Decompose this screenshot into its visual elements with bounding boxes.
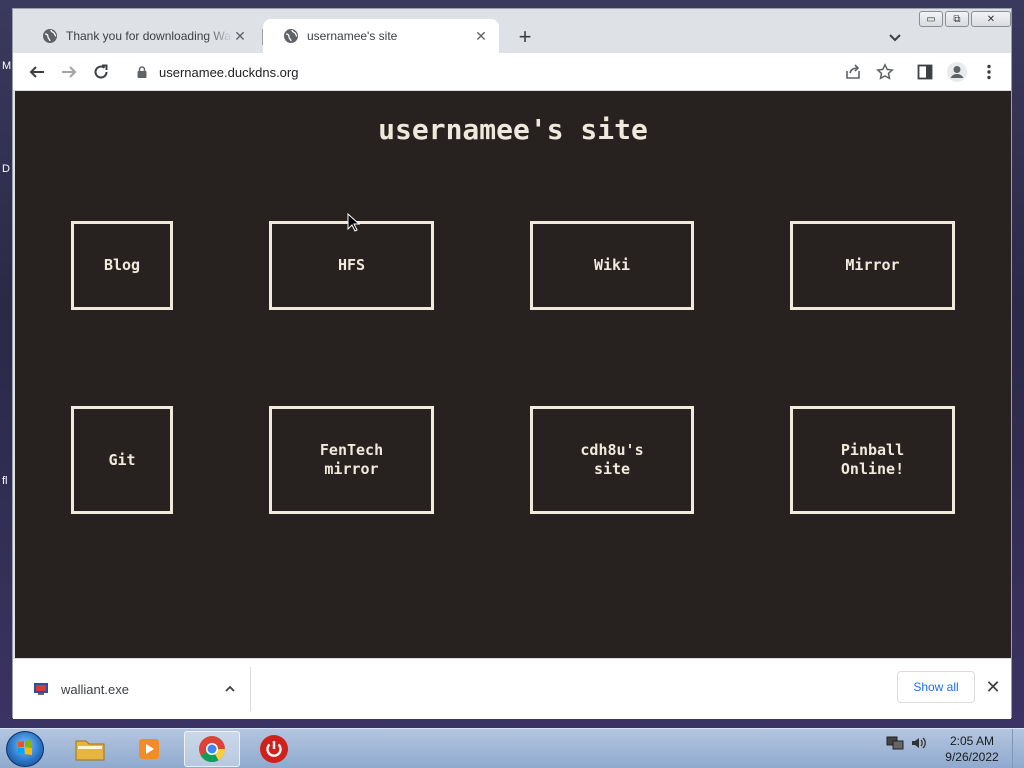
menu-button[interactable] <box>977 60 1001 84</box>
minimize-button[interactable]: ▭ <box>919 11 943 27</box>
tab-strip: Thank you for downloading Walliant ✕ use… <box>13 9 1011 53</box>
taskbar-media-player[interactable] <box>122 731 178 767</box>
address-bar[interactable]: usernamee.duckdns.org <box>125 58 905 86</box>
window-controls: ▭ ⧉ ✕ <box>917 11 1011 27</box>
link-pinball-online[interactable]: Pinball Online! <box>790 406 955 514</box>
chrome-icon <box>199 736 226 763</box>
browser-window: Thank you for downloading Walliant ✕ use… <box>12 8 1012 719</box>
link-blog[interactable]: Blog <box>71 221 173 310</box>
download-filename: walliant.exe <box>61 681 129 697</box>
reload-icon <box>94 64 108 79</box>
side-panel-button[interactable] <box>913 60 937 84</box>
maximize-button[interactable]: ⧉ <box>945 11 969 27</box>
tab-downloads[interactable]: Thank you for downloading Walliant ✕ <box>22 19 258 53</box>
globe-icon <box>284 29 298 43</box>
close-tab-icon[interactable]: ✕ <box>232 28 248 45</box>
link-wiki[interactable]: Wiki <box>530 221 694 310</box>
web-page: usernamee's site Blog HFS Wiki Mirror Gi… <box>15 91 1011 658</box>
link-mirror[interactable]: Mirror <box>790 221 955 310</box>
taskbar: 2:05 AM 9/26/2022 <box>0 728 1024 768</box>
download-item[interactable]: walliant.exe <box>33 677 129 701</box>
browser-toolbar: usernamee.duckdns.org <box>13 53 1011 91</box>
chevron-up-icon <box>225 685 235 692</box>
share-icon <box>846 64 860 79</box>
tab-search-chevron-icon[interactable] <box>883 25 907 49</box>
show-all-button[interactable]: Show all <box>897 671 975 703</box>
lock-icon[interactable] <box>135 65 149 79</box>
show-desktop-button[interactable] <box>1012 729 1024 768</box>
windows-logo-icon <box>18 740 32 755</box>
close-tab-icon[interactable]: ✕ <box>473 28 489 45</box>
file-explorer-icon <box>75 740 105 761</box>
taskbar-explorer[interactable] <box>62 731 118 767</box>
close-window-button[interactable]: ✕ <box>971 11 1011 27</box>
downloads-divider <box>250 667 251 711</box>
address-text: usernamee.duckdns.org <box>159 64 299 80</box>
reload-button[interactable] <box>89 60 113 84</box>
desktop-icon-label: D <box>2 163 10 175</box>
volume-icon[interactable] <box>910 735 928 751</box>
tab-title: usernamee's site <box>307 29 398 43</box>
start-button[interactable] <box>6 731 44 767</box>
exe-file-icon <box>34 683 48 695</box>
star-icon <box>876 63 894 80</box>
link-fentech-mirror[interactable]: FenTech mirror <box>269 406 434 514</box>
share-button[interactable] <box>841 60 865 84</box>
link-hfs[interactable]: HFS <box>269 221 434 310</box>
desktop-icon-label: M <box>2 60 12 72</box>
forward-arrow-icon <box>62 66 77 78</box>
link-cdh8u-site[interactable]: cdh8u's site <box>530 406 694 514</box>
download-options-button[interactable] <box>218 677 242 701</box>
kebab-menu-icon <box>987 64 991 80</box>
profile-button[interactable] <box>945 60 969 84</box>
clock-time: 2:05 AM <box>949 734 995 748</box>
desktop-icon-label: fl <box>2 475 8 487</box>
side-panel-icon <box>917 64 933 80</box>
taskbar-chrome[interactable] <box>184 731 240 767</box>
downloads-bar: walliant.exe Show all ✕ <box>13 658 1011 719</box>
tab-usernamee-site[interactable]: usernamee's site ✕ <box>263 19 499 53</box>
system-tray <box>886 735 928 751</box>
back-button[interactable] <box>25 60 49 84</box>
back-arrow-icon <box>29 66 44 78</box>
taskbar-power-app[interactable] <box>246 731 302 767</box>
clock-date: 9/26/2022 <box>945 750 999 764</box>
tab-title: Thank you for downloading Walliant <box>66 29 232 43</box>
power-icon <box>260 735 288 763</box>
bookmark-button[interactable] <box>873 60 897 84</box>
forward-button[interactable] <box>57 60 81 84</box>
taskbar-clock[interactable]: 2:05 AM 9/26/2022 <box>935 733 1009 765</box>
avatar-icon <box>947 62 967 82</box>
new-tab-button[interactable]: + <box>513 25 537 49</box>
globe-icon <box>43 29 57 43</box>
network-icon[interactable] <box>886 735 904 751</box>
media-player-icon <box>139 739 159 759</box>
mouse-cursor-icon <box>347 213 361 232</box>
link-git[interactable]: Git <box>71 406 173 514</box>
close-downloads-button[interactable]: ✕ <box>981 675 1005 699</box>
page-title: usernamee's site <box>378 113 648 146</box>
